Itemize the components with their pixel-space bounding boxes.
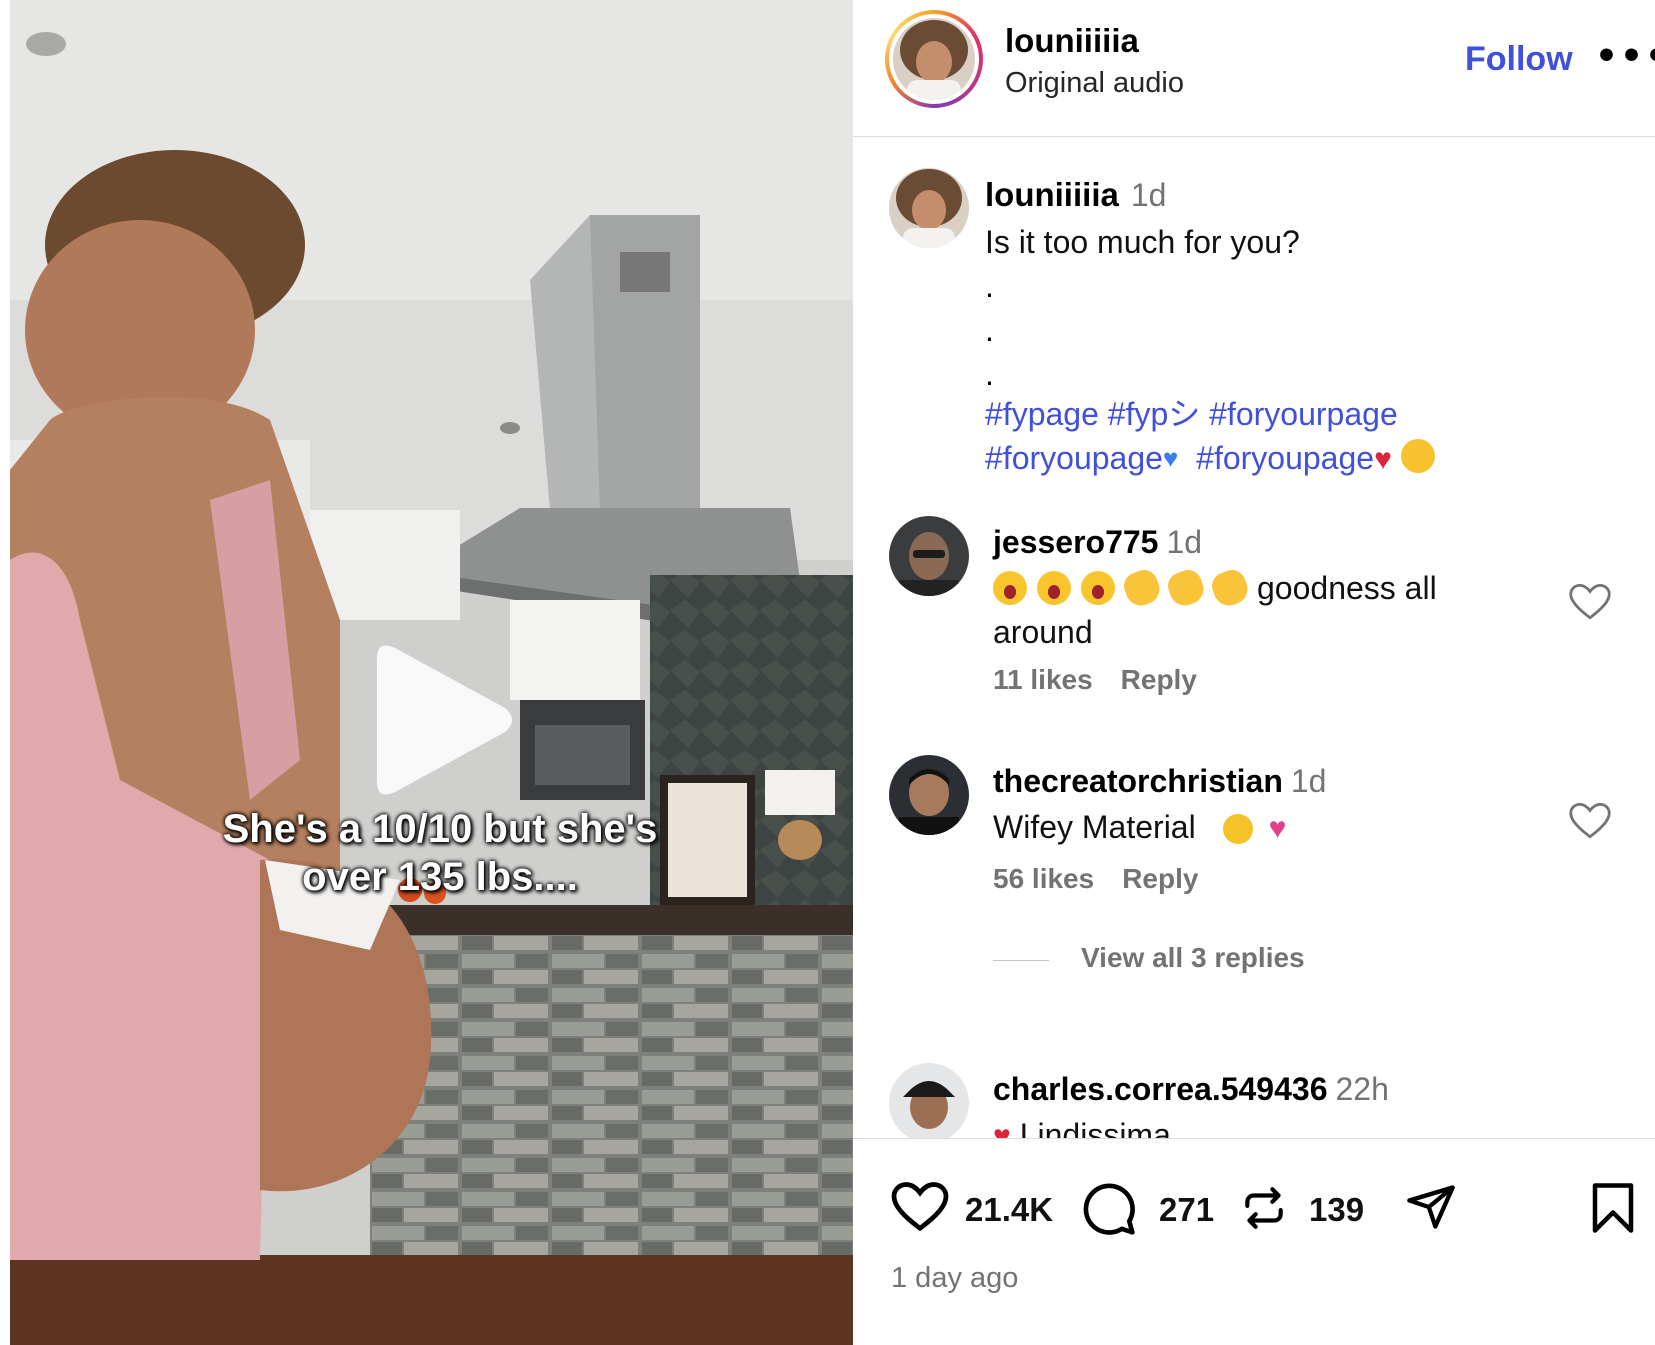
comments-count[interactable]: 271 — [1159, 1191, 1214, 1229]
caption-username-text[interactable]: louniiiiia — [985, 176, 1119, 213]
comment-username[interactable]: jessero775 1d — [993, 524, 1202, 561]
avatar[interactable] — [893, 18, 975, 100]
share-icon[interactable] — [1403, 1181, 1459, 1233]
view-replies-link[interactable]: View all 3 replies — [1081, 942, 1305, 974]
comment-username[interactable]: charles.correa.549436 22h — [993, 1071, 1389, 1108]
comment-username-text[interactable]: thecreatorchristian — [993, 763, 1283, 799]
video-text-overlay: She's a 10/10 but she's over 135 lbs.... — [190, 805, 690, 901]
avatar[interactable] — [889, 755, 969, 835]
avatar[interactable] — [889, 1063, 969, 1138]
replies-divider — [993, 960, 1049, 961]
hashtag-link[interactable]: #fypシ — [1108, 396, 1201, 432]
comment-text: goodness all around — [993, 566, 1513, 654]
reply-button[interactable]: Reply — [1122, 863, 1198, 894]
heart-eyes-emoji-icon — [1400, 439, 1435, 473]
blue-heart-icon: ♥ — [1162, 443, 1179, 473]
comment-time: 1d — [1290, 763, 1327, 799]
heart-icon[interactable] — [891, 1181, 949, 1233]
comment-body: Wifey Material — [993, 809, 1196, 845]
reply-button[interactable]: Reply — [1121, 664, 1197, 695]
clap-emoji-icon — [1208, 566, 1252, 610]
hashtag-list: #fypage #fypシ #foryourpage #foryoupage♥ … — [985, 392, 1625, 482]
caption-username[interactable]: louniiiiia 1d — [985, 176, 1166, 214]
astonished-emoji-icon — [1081, 571, 1115, 605]
caption-dot: . — [985, 312, 994, 348]
comment-icon[interactable] — [1081, 1181, 1137, 1237]
post-actions-bar: 21.4K 271 139 1 day ago — [853, 1138, 1655, 1345]
red-heart-icon: ♥ — [993, 1120, 1011, 1138]
red-heart-icon: ♥ — [1374, 443, 1392, 476]
clap-emoji-icon — [1164, 566, 1208, 610]
caption-text: Is it too much for you? — [985, 224, 1300, 260]
caption-dot: . — [985, 356, 994, 392]
avatar[interactable] — [889, 168, 969, 248]
comment-text: ♥ Lindissima — [993, 1113, 1513, 1138]
comment-text: Wifey Material ♥ — [993, 805, 1513, 851]
header-username[interactable]: louniiiiia — [1005, 22, 1139, 60]
astonished-emoji-icon — [993, 571, 1027, 605]
audio-label[interactable]: Original audio — [1005, 67, 1184, 100]
comment-likes[interactable]: 11 likes — [993, 664, 1093, 695]
post-side-panel: louniiiiia Original audio Follow ••• lou… — [853, 0, 1655, 1345]
hashtag-link[interactable]: #foryoupage — [1196, 440, 1374, 476]
comment-time: 22h — [1335, 1071, 1389, 1107]
heart-icon[interactable] — [1569, 582, 1611, 622]
play-icon[interactable] — [367, 640, 517, 800]
comment-likes[interactable]: 56 likes — [993, 863, 1094, 894]
comment-body: Lindissima — [1019, 1117, 1171, 1138]
astonished-emoji-icon — [1037, 571, 1071, 605]
likes-count[interactable]: 21.4K — [965, 1191, 1053, 1229]
post-timestamp: 1 day ago — [891, 1262, 1019, 1294]
comment-meta: 56 likes Reply — [993, 863, 1226, 895]
heart-icon[interactable] — [1569, 801, 1611, 841]
follow-button[interactable]: Follow — [1465, 40, 1573, 79]
more-icon[interactable]: ••• — [1595, 36, 1655, 77]
comment-username[interactable]: thecreatorchristian 1d — [993, 763, 1326, 800]
caption-dot: . — [985, 268, 994, 304]
caption-time: 1d — [1130, 177, 1167, 213]
two-hearts-icon: ♥ — [1268, 812, 1287, 845]
overlay-line-2: over 135 lbs.... — [302, 855, 578, 899]
comment-time: 1d — [1166, 524, 1203, 560]
caption-dots: . . . — [985, 264, 994, 396]
comments-list[interactable]: louniiiiia 1d Is it too much for you? . .… — [853, 138, 1655, 1138]
comment-username-text[interactable]: jessero775 — [993, 524, 1158, 560]
repost-icon[interactable] — [1239, 1181, 1289, 1235]
video-player[interactable]: She's a 10/10 but she's over 135 lbs.... — [10, 0, 853, 1345]
post-header: louniiiiia Original audio Follow ••• — [853, 0, 1655, 137]
comment-username-text[interactable]: charles.correa.549436 — [993, 1071, 1327, 1107]
comment-meta: 11 likes Reply — [993, 664, 1225, 696]
reposts-count[interactable]: 139 — [1309, 1191, 1364, 1229]
hashtag-link[interactable]: #foryourpage — [1209, 396, 1398, 432]
overlay-line-1: She's a 10/10 but she's — [222, 807, 658, 851]
dizzy-emoji-icon — [1222, 814, 1253, 844]
bookmark-icon[interactable] — [1589, 1181, 1637, 1235]
avatar[interactable] — [889, 516, 969, 596]
clap-emoji-icon — [1120, 566, 1164, 610]
hashtag-link[interactable]: #foryoupage — [985, 440, 1163, 476]
hashtag-link[interactable]: #fypage — [985, 396, 1099, 432]
